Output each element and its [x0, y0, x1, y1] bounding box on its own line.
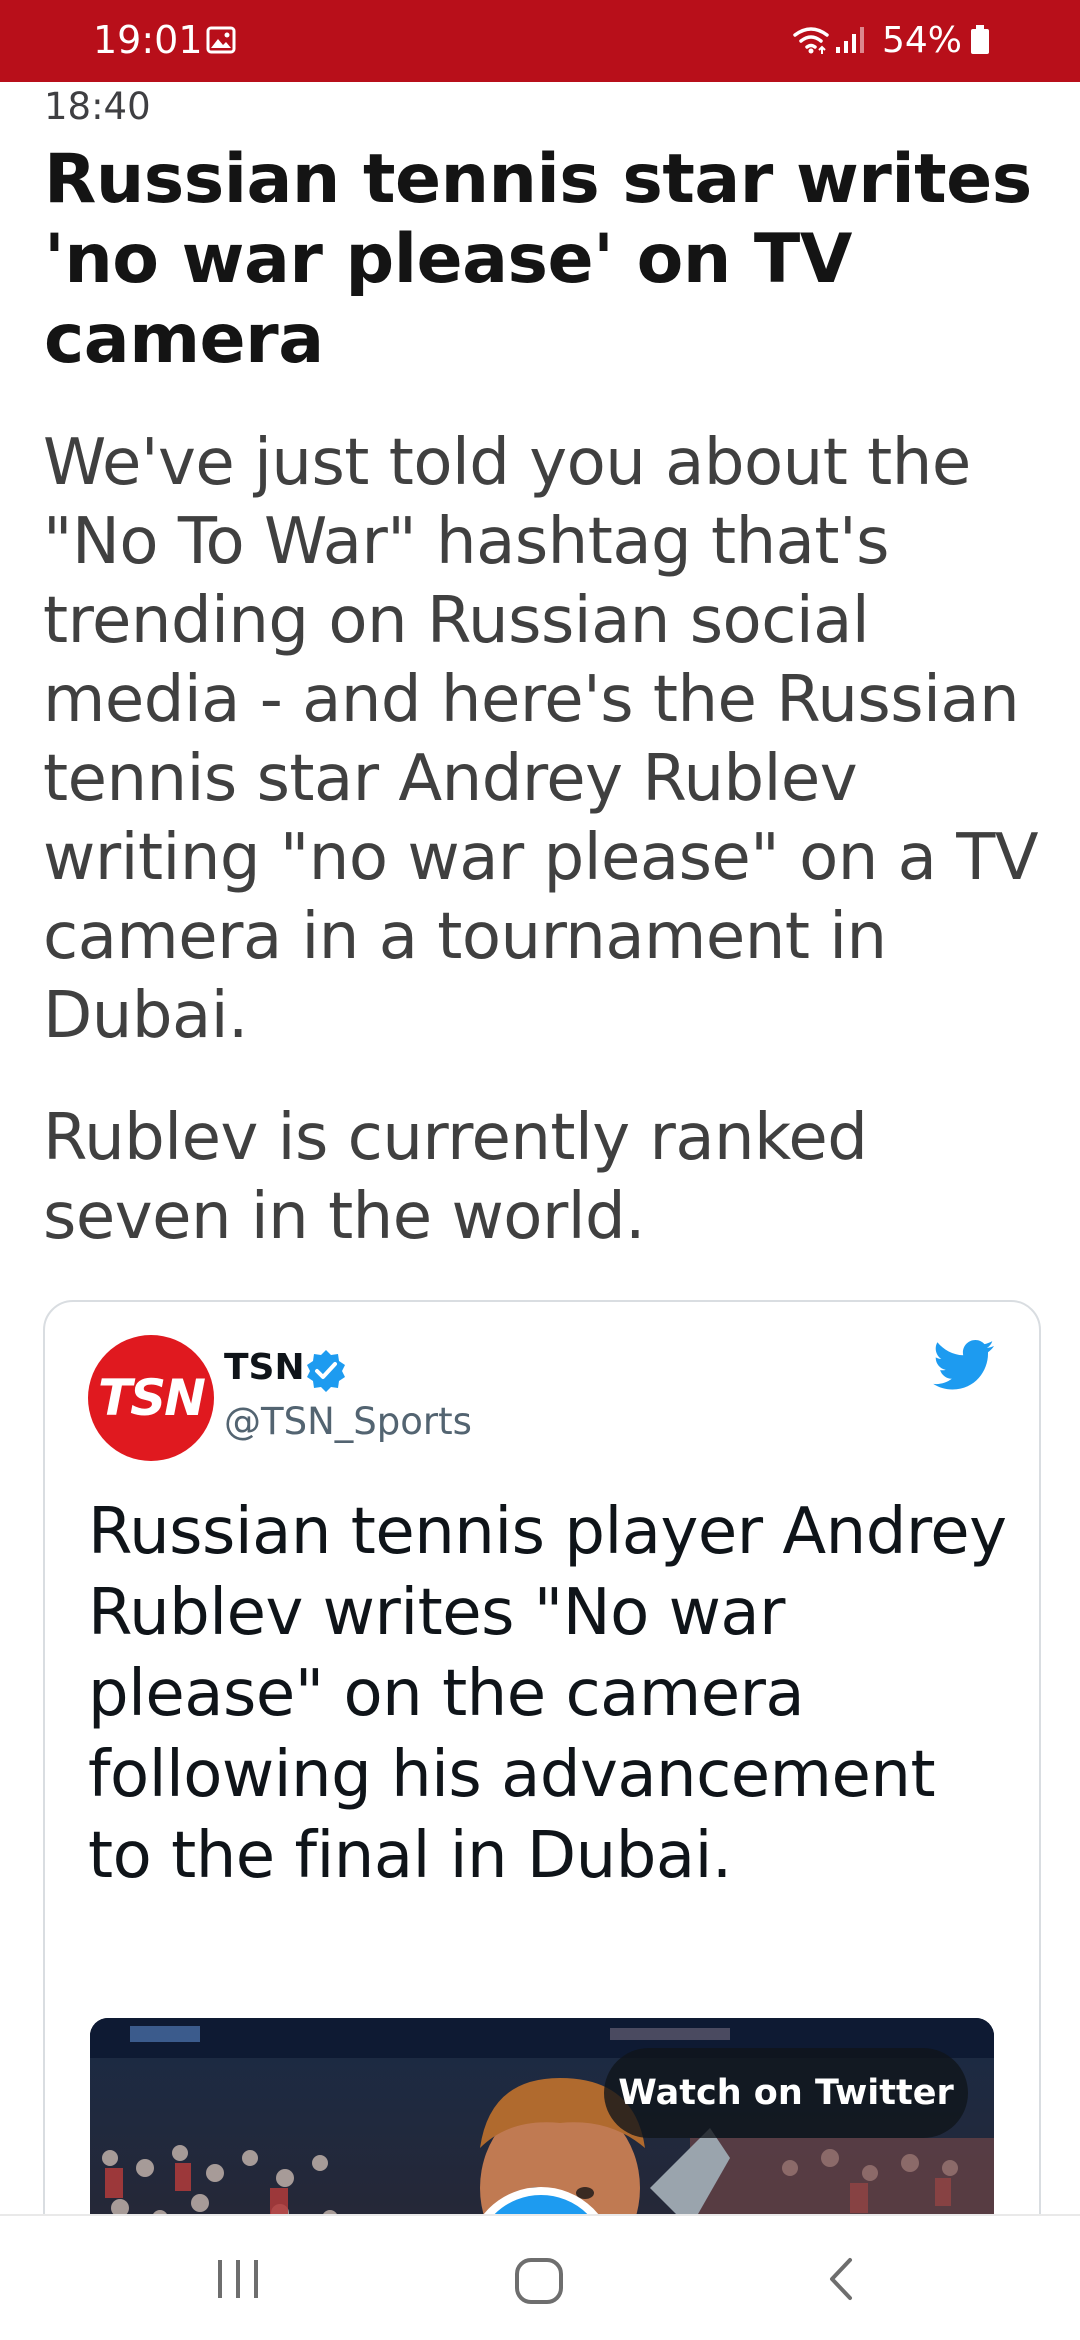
tweet-handle[interactable]: @TSN_Sports — [224, 1400, 472, 1444]
battery-percent: 54% — [881, 19, 962, 61]
status-right-group: 54% — [792, 16, 990, 64]
recents-icon[interactable] — [210, 2256, 266, 2302]
article-headline: Russian tennis star writes 'no war pleas… — [44, 140, 1032, 379]
screen: 19:01 54% 18:40 Russian tennis star writ… — [0, 0, 1080, 2340]
navigation-bar — [0, 2214, 1080, 2340]
battery-icon — [971, 25, 989, 54]
tsn-logo: TSN — [98, 1369, 206, 1427]
wifi-icon — [793, 27, 829, 54]
embedded-tweet[interactable]: TSN TSN @TSN_Sports Russian tennis playe… — [43, 1300, 1041, 2340]
tweet-display-name[interactable]: TSN — [224, 1346, 305, 1390]
article-paragraph: We've just told you about the "No To War… — [43, 426, 1039, 1053]
gallery-icon — [206, 26, 236, 54]
article-paragraph: Rublev is currently ranked seven in the … — [43, 1101, 868, 1254]
tweet-avatar[interactable]: TSN — [88, 1335, 214, 1461]
post-timestamp: 18:40 — [44, 85, 151, 128]
tweet-text: Russian tennis player Andrey Rublev writ… — [88, 1495, 1007, 1893]
back-icon[interactable] — [822, 2254, 862, 2304]
verified-badge-icon — [307, 1350, 345, 1392]
signal-icon — [835, 27, 864, 53]
watch-on-twitter-button[interactable]: Watch on Twitter — [604, 2048, 968, 2138]
status-bar: 19:01 54% — [0, 0, 1080, 82]
twitter-bird-icon[interactable] — [933, 1340, 995, 1392]
home-icon[interactable] — [513, 2256, 565, 2306]
status-time: 19:01 — [93, 18, 203, 62]
